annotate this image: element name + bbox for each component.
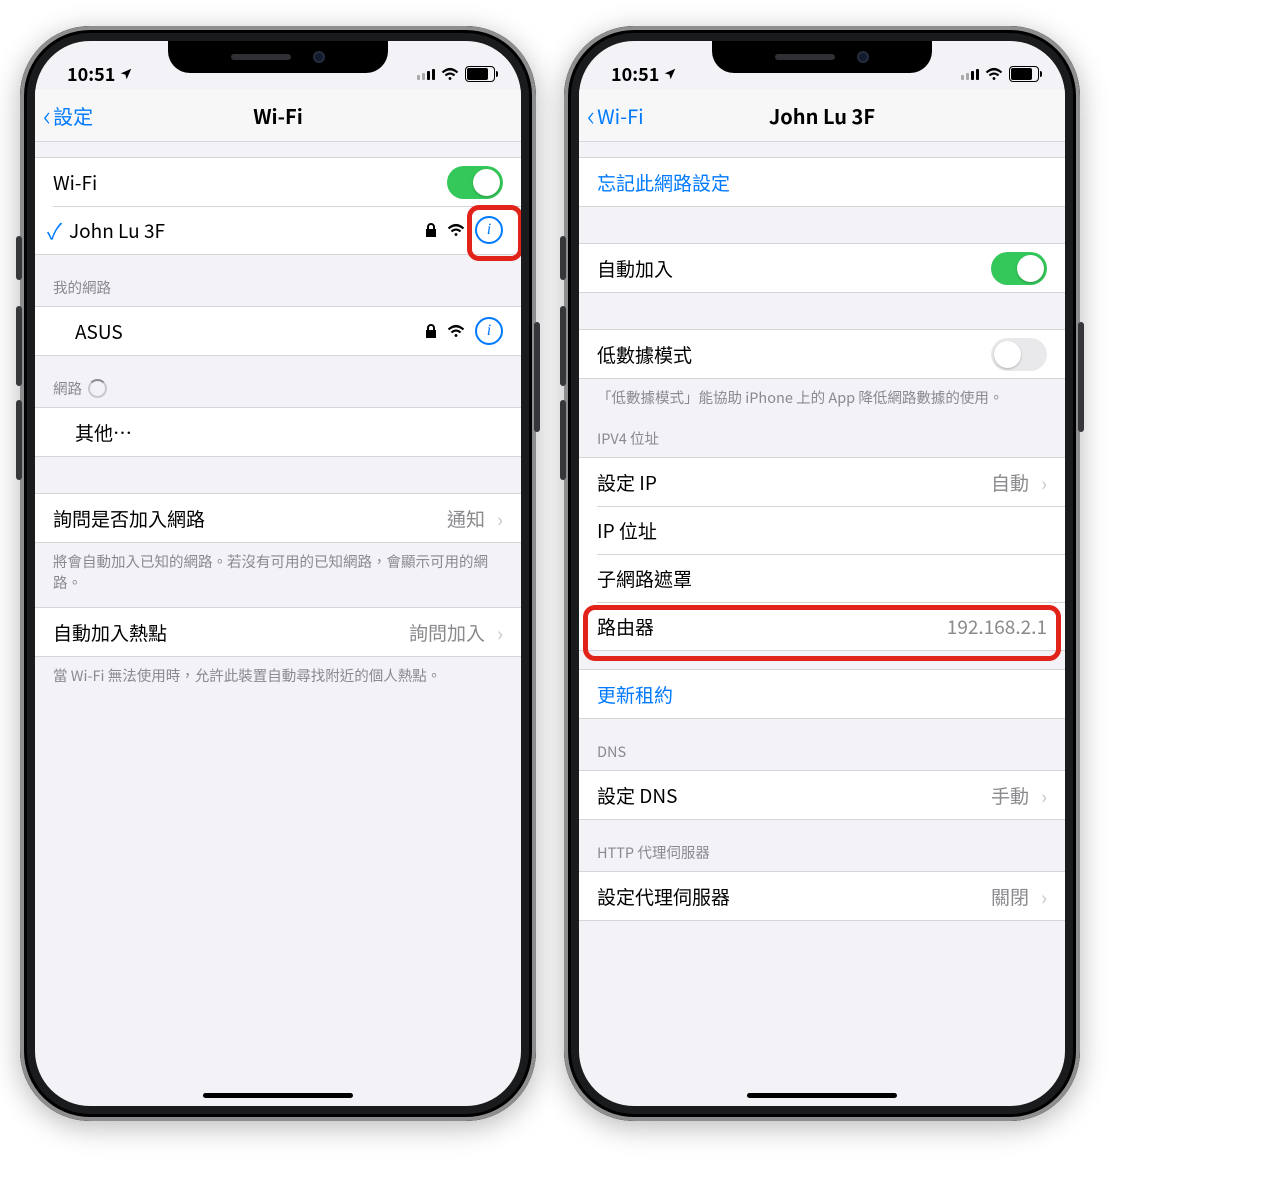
left-phone-frame: 10:51 ‹ 設定 Wi-Fi Wi-Fi [20, 26, 536, 1121]
chevron-right-icon: › [1041, 781, 1047, 810]
mute-switch[interactable] [16, 236, 22, 280]
wifi-toggle-row[interactable]: Wi-Fi [35, 158, 521, 206]
ask-to-join-row[interactable]: 詢問是否加入網路 通知 › [35, 494, 521, 542]
low-data-footer: 「低數據模式」能協助 iPhone 上的 App 降低網路數據的使用。 [579, 379, 1065, 416]
ip-address-label: IP 位址 [597, 517, 657, 544]
low-data-toggle[interactable] [991, 338, 1047, 371]
back-button[interactable]: ‹ 設定 [35, 101, 93, 130]
ipv4-header: IPV4 位址 [579, 416, 1065, 457]
ask-to-join-footer: 將會自動加入已知的網路。若沒有可用的已知網路，會顯示可用的網路。 [35, 543, 521, 601]
status-time: 10:51 [67, 61, 115, 87]
power-button[interactable] [1078, 322, 1084, 432]
known-network-row[interactable]: ASUS i [35, 307, 521, 355]
notch [168, 41, 388, 73]
router-row: 路由器 192.168.2.1 [579, 602, 1065, 650]
nav-bar: ‹ Wi-Fi John Lu 3F [579, 89, 1065, 142]
forget-network-row[interactable]: 忘記此網路設定 [579, 158, 1065, 206]
dns-header: DNS [579, 719, 1065, 770]
subnet-mask-label: 子網路遮罩 [597, 565, 692, 592]
configure-dns-label: 設定 DNS [597, 782, 677, 809]
info-icon[interactable]: i [475, 216, 503, 244]
nav-bar: ‹ 設定 Wi-Fi [35, 89, 521, 142]
subnet-mask-row: 子網路遮罩 [579, 554, 1065, 602]
chevron-right-icon: › [497, 504, 503, 533]
router-value: 192.168.2.1 [947, 613, 1047, 640]
power-button[interactable] [534, 322, 540, 432]
renew-lease-label: 更新租約 [597, 681, 673, 708]
forget-network-label: 忘記此網路設定 [597, 169, 730, 196]
auto-hotspot-footer: 當 Wi-Fi 無法使用時，允許此裝置自動尋找附近的個人熱點。 [35, 657, 521, 694]
battery-icon [1009, 66, 1039, 82]
page-title: John Lu 3F [579, 101, 1065, 130]
low-data-label: 低數據模式 [597, 341, 692, 368]
connected-network-row[interactable]: ✓ John Lu 3F i [35, 206, 521, 254]
wifi-icon [441, 61, 459, 87]
auto-hotspot-label: 自動加入熱點 [53, 619, 167, 646]
volume-up-button[interactable] [560, 306, 566, 386]
renew-lease-row[interactable]: 更新租約 [579, 670, 1065, 718]
wifi-toggle-switch[interactable] [447, 166, 503, 199]
router-label: 路由器 [597, 613, 654, 640]
http-proxy-header: HTTP 代理伺服器 [579, 820, 1065, 871]
wifi-icon [985, 61, 1003, 87]
left-screen: 10:51 ‹ 設定 Wi-Fi Wi-Fi [35, 41, 521, 1106]
other-network-label: 其他⋯ [75, 419, 132, 446]
connected-network-name: John Lu 3F [69, 217, 425, 244]
chevron-left-icon: ‹ [43, 101, 51, 129]
back-label: Wi-Fi [597, 101, 644, 130]
lock-icon [425, 223, 437, 238]
networks-header: 網路 [35, 356, 521, 407]
chevron-right-icon: › [497, 618, 503, 647]
notch [712, 41, 932, 73]
configure-ip-row[interactable]: 設定 IP 自動 › [579, 458, 1065, 506]
auto-join-row[interactable]: 自動加入 [579, 244, 1065, 292]
auto-join-toggle[interactable] [991, 252, 1047, 285]
ask-to-join-value: 通知 [447, 505, 485, 532]
ip-address-row: IP 位址 [579, 506, 1065, 554]
back-label: 設定 [53, 101, 93, 130]
chevron-left-icon: ‹ [587, 101, 595, 129]
configure-ip-label: 設定 IP [597, 469, 657, 496]
low-data-row[interactable]: 低數據模式 [579, 330, 1065, 378]
checkmark-icon: ✓ [47, 214, 69, 246]
other-network-row[interactable]: 其他⋯ [35, 408, 521, 456]
mute-switch[interactable] [560, 236, 566, 280]
known-network-name: ASUS [75, 318, 425, 345]
home-indicator[interactable] [203, 1093, 353, 1098]
spinner-icon [88, 379, 107, 398]
auto-hotspot-row[interactable]: 自動加入熱點 詢問加入 › [35, 608, 521, 656]
configure-dns-value: 手動 [991, 782, 1029, 809]
auto-join-label: 自動加入 [597, 255, 673, 282]
volume-up-button[interactable] [16, 306, 22, 386]
volume-down-button[interactable] [16, 400, 22, 480]
lock-icon [425, 324, 437, 339]
chevron-right-icon: › [1041, 882, 1047, 911]
wifi-toggle-label: Wi-Fi [53, 169, 97, 196]
info-icon[interactable]: i [475, 317, 503, 345]
location-icon [663, 61, 677, 87]
status-time: 10:51 [611, 61, 659, 87]
cellular-icon [961, 69, 979, 80]
right-screen: 10:51 ‹ Wi-Fi John Lu 3F 忘記此網路設定 [579, 41, 1065, 1106]
auto-hotspot-value: 詢問加入 [409, 619, 485, 646]
ask-to-join-label: 詢問是否加入網路 [53, 505, 205, 532]
configure-proxy-row[interactable]: 設定代理伺服器 關閉 › [579, 872, 1065, 920]
configure-ip-value: 自動 [991, 469, 1029, 496]
right-phone-frame: 10:51 ‹ Wi-Fi John Lu 3F 忘記此網路設定 [564, 26, 1080, 1121]
back-button[interactable]: ‹ Wi-Fi [579, 101, 644, 130]
my-networks-header: 我的網路 [35, 255, 521, 306]
configure-dns-row[interactable]: 設定 DNS 手動 › [579, 771, 1065, 819]
cellular-icon [417, 69, 435, 80]
home-indicator[interactable] [747, 1093, 897, 1098]
battery-icon [465, 66, 495, 82]
configure-proxy-label: 設定代理伺服器 [597, 883, 730, 910]
configure-proxy-value: 關閉 [991, 883, 1029, 910]
wifi-signal-icon [447, 223, 465, 237]
chevron-right-icon: › [1041, 468, 1047, 497]
page-title: Wi-Fi [35, 101, 521, 130]
wifi-signal-icon [447, 324, 465, 338]
location-icon [119, 61, 133, 87]
volume-down-button[interactable] [560, 400, 566, 480]
